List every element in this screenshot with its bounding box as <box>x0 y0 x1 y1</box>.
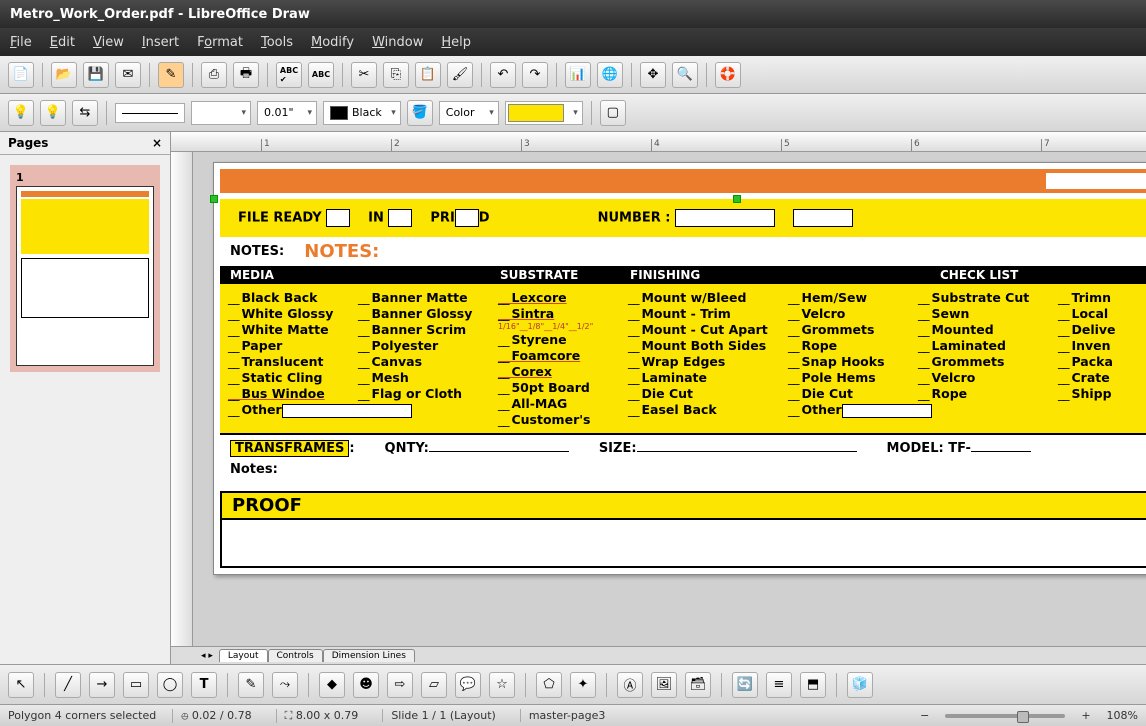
text-tool[interactable]: T <box>191 672 217 698</box>
print-button[interactable]: 🖶 <box>233 62 259 88</box>
paint-button[interactable]: 🖌 <box>447 62 473 88</box>
drawing-toolbar: ↖ ╱ → ▭ ◯ T ✎ ⤳ ◆ ☻ ⇨ ▱ 💬 ☆ ⬠ ✦ Ⓐ 🖼 🗃 🔄 … <box>0 664 1146 704</box>
menu-modify[interactable]: Modify <box>311 35 354 50</box>
tab-controls[interactable]: Controls <box>268 649 323 662</box>
redo-button[interactable]: ↷ <box>522 62 548 88</box>
menu-insert[interactable]: Insert <box>142 35 179 50</box>
menu-view[interactable]: View <box>93 35 124 50</box>
menu-tools[interactable]: Tools <box>261 35 293 50</box>
rotate-tool[interactable]: 🔄 <box>732 672 758 698</box>
edit-button[interactable]: ✎ <box>158 62 184 88</box>
layer-tabs: ◂ ▸ Layout Controls Dimension Lines <box>171 646 1146 664</box>
formatting-toolbar: 💡 💡 ⇆ 0.01" Black 🪣 Color ▢ <box>0 94 1146 132</box>
notes-heading: NOTES: <box>304 241 379 262</box>
help-button[interactable]: 🛟 <box>715 62 741 88</box>
status-slide: Slide 1 / 1 (Layout) <box>382 709 504 722</box>
document-canvas[interactable]: FILE READY IN PRID NUMBER : NOTES: NOTES… <box>193 152 1146 646</box>
line-style-combo[interactable] <box>115 103 185 123</box>
menu-format[interactable]: Format <box>197 35 243 50</box>
line-width-input[interactable]: 0.01" <box>257 101 317 125</box>
canvas-area: 1 2 3 4 5 6 7 FILE READY <box>171 132 1146 664</box>
titlebar: Metro_Work_Order.pdf - LibreOffice Draw <box>0 0 1146 28</box>
menu-edit[interactable]: Edit <box>50 35 75 50</box>
arrows-icon[interactable]: ⇆ <box>72 100 98 126</box>
ellipse-tool[interactable]: ◯ <box>157 672 183 698</box>
arrange-tool[interactable]: ⬒ <box>800 672 826 698</box>
save-button[interactable]: 💾 <box>83 62 109 88</box>
email-button[interactable]: ✉ <box>115 62 141 88</box>
gallery-tool[interactable]: 🗃 <box>685 672 711 698</box>
line-style-drop[interactable] <box>191 101 251 125</box>
notes-label: NOTES: <box>230 244 284 259</box>
col-checklist-header: CHECK LIST <box>930 266 1146 284</box>
tab-dimension[interactable]: Dimension Lines <box>323 649 415 662</box>
col-finishing-header: FINISHING <box>620 266 930 284</box>
main-toolbar: 📄 📂 💾 ✉ ✎ ⎙ 🖶 ABC✔ ABC ✂ ⎘ 📋 🖌 ↶ ↷ 📊 🌐 ✥… <box>0 56 1146 94</box>
from-file-tool[interactable]: 🖼 <box>651 672 677 698</box>
bulb1-icon[interactable]: 💡 <box>8 100 34 126</box>
arrow-tool[interactable]: → <box>89 672 115 698</box>
line-color-combo[interactable]: Black <box>323 101 401 125</box>
zoom-value[interactable]: 108% <box>1107 709 1138 722</box>
workspace: Pages × 1 1 2 3 4 5 6 7 <box>0 132 1146 664</box>
menu-help[interactable]: Help <box>441 35 471 50</box>
copy-button[interactable]: ⎘ <box>383 62 409 88</box>
chart-button[interactable]: 📊 <box>565 62 591 88</box>
pdf-button[interactable]: ⎙ <box>201 62 227 88</box>
curve-tool[interactable]: ✎ <box>238 672 264 698</box>
new-button[interactable]: 📄 <box>8 62 34 88</box>
callout-tool[interactable]: 💬 <box>455 672 481 698</box>
paste-button[interactable]: 📋 <box>415 62 441 88</box>
shadow-icon[interactable]: ▢ <box>600 100 626 126</box>
autospell-button[interactable]: ABC <box>308 62 334 88</box>
status-master: master-page3 <box>520 709 614 722</box>
page-thumbnail[interactable]: 1 <box>10 165 160 372</box>
window-title: Metro_Work_Order.pdf - LibreOffice Draw <box>10 7 310 22</box>
bucket-icon[interactable]: 🪣 <box>407 100 433 126</box>
page-number: 1 <box>16 171 154 184</box>
cut-button[interactable]: ✂ <box>351 62 377 88</box>
menubar: File Edit View Insert Format Tools Modif… <box>0 28 1146 56</box>
block-arrows-tool[interactable]: ⇨ <box>387 672 413 698</box>
open-button[interactable]: 📂 <box>51 62 77 88</box>
zoom-in-icon[interactable]: + <box>1081 709 1090 722</box>
flowchart-tool[interactable]: ▱ <box>421 672 447 698</box>
menu-window[interactable]: Window <box>372 35 423 50</box>
zoom-slider[interactable] <box>945 714 1065 718</box>
fontwork-tool[interactable]: Ⓐ <box>617 672 643 698</box>
col-media-header: MEDIA <box>220 266 490 284</box>
connector-tool[interactable]: ⤳ <box>272 672 298 698</box>
fill-type-combo[interactable]: Color <box>439 101 499 125</box>
line-tool[interactable]: ╱ <box>55 672 81 698</box>
statusbar: Polygon 4 corners selected ⦺ 0.02 / 0.78… <box>0 704 1146 726</box>
undo-button[interactable]: ↶ <box>490 62 516 88</box>
symbol-shapes-tool[interactable]: ☻ <box>353 672 379 698</box>
glue-tool[interactable]: ✦ <box>570 672 596 698</box>
tab-layout[interactable]: Layout <box>219 649 268 662</box>
fill-color-combo[interactable] <box>505 101 583 125</box>
extrusion-tool[interactable]: 🧊 <box>847 672 873 698</box>
pages-panel-title: Pages <box>8 136 48 150</box>
proof-heading: PROOF <box>220 491 1146 520</box>
document-page: FILE READY IN PRID NUMBER : NOTES: NOTES… <box>213 162 1146 575</box>
bulb2-icon[interactable]: 💡 <box>40 100 66 126</box>
status-selection: Polygon 4 corners selected <box>8 709 156 722</box>
ruler-vertical <box>171 152 193 646</box>
align-tool[interactable]: ≡ <box>766 672 792 698</box>
spellcheck-button[interactable]: ABC✔ <box>276 62 302 88</box>
col-substrate-header: SUBSTRATE <box>490 266 620 284</box>
select-tool[interactable]: ↖ <box>8 672 34 698</box>
rect-tool[interactable]: ▭ <box>123 672 149 698</box>
zoom-out-icon[interactable]: − <box>920 709 929 722</box>
hyperlink-button[interactable]: 🌐 <box>597 62 623 88</box>
pages-panel: Pages × 1 <box>0 132 171 664</box>
menu-file[interactable]: File <box>10 35 32 50</box>
ruler-horizontal: 1 2 3 4 5 6 7 <box>171 132 1146 152</box>
points-tool[interactable]: ⬠ <box>536 672 562 698</box>
stars-tool[interactable]: ☆ <box>489 672 515 698</box>
pages-panel-close[interactable]: × <box>152 136 162 150</box>
zoom-button[interactable]: 🔍 <box>672 62 698 88</box>
basic-shapes-tool[interactable]: ◆ <box>319 672 345 698</box>
navigator-button[interactable]: ✥ <box>640 62 666 88</box>
